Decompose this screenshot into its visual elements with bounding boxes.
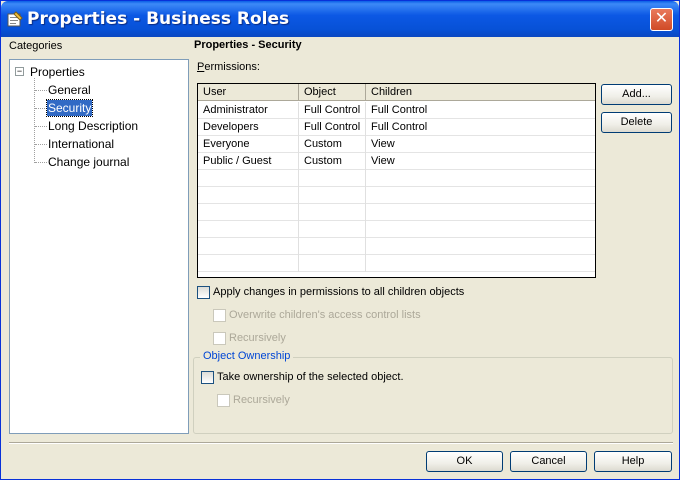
tree-connector <box>35 108 47 109</box>
cell-children: Full Control <box>371 121 428 133</box>
delete-button[interactable]: Delete <box>601 112 672 133</box>
column-header-object[interactable]: Object <box>299 84 366 101</box>
footer-divider <box>9 442 673 444</box>
cell-object <box>299 238 366 255</box>
cell-children: View <box>371 155 395 167</box>
tree-item-long-description[interactable]: Long Description <box>47 118 139 134</box>
tree-connector <box>35 90 47 91</box>
cell-user: Public / Guest <box>198 153 299 170</box>
tree-connector <box>35 144 47 145</box>
properties-icon <box>7 11 23 27</box>
cell-children <box>366 170 595 187</box>
cell-object <box>299 170 366 187</box>
grid-header: User Object Children <box>198 84 595 101</box>
cell-user <box>198 204 299 221</box>
cell-user <box>198 238 299 255</box>
cell-object <box>299 221 366 238</box>
cell-children <box>366 187 595 204</box>
cell-children <box>366 238 595 255</box>
tree-item-change-journal[interactable]: Change journal <box>47 154 130 170</box>
permissions-label-rest: ermissions: <box>204 61 260 73</box>
title-bar[interactable]: Properties - Business Roles ✕ <box>1 1 679 37</box>
ok-button[interactable]: OK <box>426 451 503 472</box>
take-ownership-checkbox[interactable] <box>201 371 214 384</box>
empty-row[interactable] <box>198 255 595 272</box>
permissions-grid[interactable]: User Object Children Administrator Full C… <box>197 83 596 278</box>
table-row[interactable]: Administrator Full Control Full Control <box>198 102 595 119</box>
cell-user <box>198 170 299 187</box>
cell-object: Custom <box>299 153 366 170</box>
recursively-label: Recursively <box>229 332 286 344</box>
cell-object <box>299 255 366 272</box>
cell-user <box>198 187 299 204</box>
permissions-label: Permissions: <box>197 61 260 73</box>
cell-object: Full Control <box>299 102 366 119</box>
column-header-user[interactable]: User <box>198 84 299 101</box>
cell-user: Developers <box>198 119 299 136</box>
categories-label: Categories <box>9 40 63 52</box>
tree-item-security[interactable]: Security <box>45 99 94 117</box>
empty-row[interactable] <box>198 187 595 204</box>
ownership-recursively-checkbox[interactable] <box>217 394 230 407</box>
apply-children-label: Apply changes in permissions to all chil… <box>213 286 465 298</box>
cell-object <box>299 187 366 204</box>
empty-row[interactable] <box>198 238 595 255</box>
cell-object <box>299 204 366 221</box>
collapse-icon[interactable]: − <box>15 67 24 76</box>
overwrite-acl-checkbox[interactable] <box>213 309 226 322</box>
cell-object: Full Control <box>299 119 366 136</box>
tree-connector <box>35 126 47 127</box>
empty-row[interactable] <box>198 221 595 238</box>
cell-object: Custom <box>299 136 366 153</box>
cell-user: Administrator <box>198 102 299 119</box>
tree-connector <box>35 162 47 163</box>
page-title: Properties - Security <box>194 39 302 51</box>
cell-children: View <box>371 138 395 150</box>
cell-user <box>198 255 299 272</box>
empty-row[interactable] <box>198 170 595 187</box>
object-ownership-title: Object Ownership <box>200 350 294 362</box>
categories-tree[interactable]: − Properties General Security Long Descr… <box>9 59 189 434</box>
take-ownership-label: Take ownership of the selected object. <box>217 371 404 383</box>
help-button[interactable]: Help <box>594 451 672 472</box>
cancel-button[interactable]: Cancel <box>510 451 587 472</box>
ownership-recursively-label: Recursively <box>233 394 290 406</box>
apply-children-checkbox[interactable] <box>197 286 210 299</box>
cell-children <box>366 221 595 238</box>
add-button[interactable]: Add... <box>601 84 672 105</box>
tree-item-properties[interactable]: Properties <box>29 64 86 80</box>
table-row[interactable]: Everyone Custom View <box>198 136 595 153</box>
tree-item-general[interactable]: General <box>47 82 92 98</box>
table-row[interactable]: Public / Guest Custom View <box>198 153 595 170</box>
recursively-checkbox[interactable] <box>213 332 226 345</box>
cell-children <box>366 255 595 272</box>
empty-row[interactable] <box>198 204 595 221</box>
overwrite-acl-label: Overwrite children's access control list… <box>229 309 421 321</box>
column-header-children[interactable]: Children <box>366 84 595 101</box>
window-title: Properties - Business Roles <box>27 9 290 29</box>
cell-children: Full Control <box>371 104 428 116</box>
close-button[interactable]: ✕ <box>650 8 673 31</box>
tree-item-international[interactable]: International <box>47 136 115 152</box>
cell-user <box>198 221 299 238</box>
table-row[interactable]: Developers Full Control Full Control <box>198 119 595 136</box>
cell-user: Everyone <box>198 136 299 153</box>
properties-window: Properties - Business Roles ✕ Categories… <box>0 0 680 480</box>
cell-children <box>366 204 595 221</box>
